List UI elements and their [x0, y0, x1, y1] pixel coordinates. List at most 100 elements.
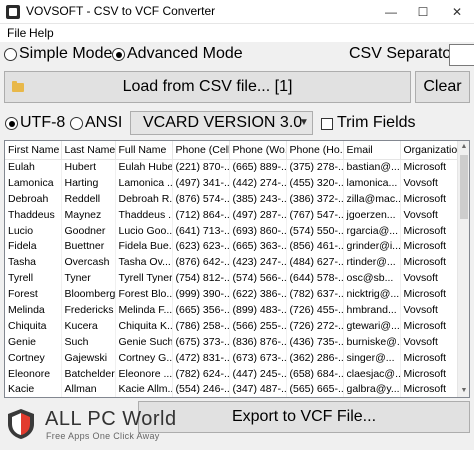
column-header[interactable]: Phone (Cell)	[172, 141, 230, 160]
table-cell: Tyner	[61, 270, 116, 287]
title-bar: VOVSOFT - CSV to VCF Converter — ☐ ✕	[0, 0, 474, 24]
mode-row: Simple Mode Advanced Mode CSV Separator:	[0, 44, 474, 66]
table-cell: netsfr@g...	[343, 397, 400, 398]
table-cell: zilla@mac...	[343, 190, 401, 207]
table-row[interactable]: Lucio Goodner Lucio Goo... (641) 713-... (69…	[5, 222, 458, 239]
clear-button[interactable]: Clear	[415, 71, 470, 103]
table-cell: (497) 287-...	[229, 206, 287, 223]
table-cell: nicktrig@...	[343, 286, 401, 303]
ansi-label[interactable]: ANSI	[85, 114, 122, 132]
table-cell: (574) 566-...	[229, 270, 287, 287]
table-cell: Kacie Allm...	[115, 381, 173, 397]
table-cell: Melinda	[5, 302, 62, 318]
close-button[interactable]: ✕	[440, 0, 474, 24]
table-cell: (565) 665-...	[286, 381, 344, 397]
column-header[interactable]: Email	[343, 141, 401, 160]
table-row[interactable]: Fidela Buettner Fidela Bue... (623) 623-...…	[5, 238, 458, 255]
table-cell: Tasha	[5, 254, 62, 271]
trim-fields-checkbox[interactable]	[321, 118, 333, 130]
table-cell: Forest Blo...	[115, 286, 173, 303]
table-row[interactable]: EulahHubertEulah Hubert(221) 870-...(665…	[5, 159, 458, 175]
table-cell: rtinder@...	[343, 254, 401, 271]
trim-fields-label[interactable]: Trim Fields	[337, 114, 416, 132]
table-cell: (712) 864-...	[172, 206, 230, 223]
app-icon	[6, 5, 20, 19]
table-cell: Vovsoft	[400, 333, 458, 350]
load-csv-label: Load from CSV file... [1]	[122, 78, 293, 95]
column-header[interactable]: Phone (Ho...	[286, 141, 344, 160]
utf8-radio[interactable]	[5, 117, 18, 130]
table-row[interactable]: DebroahReddellDebroah R...(876) 574-...(…	[5, 190, 458, 207]
table-row[interactable]: Forest Bloomberg Forest Blo... (999) 390-..…	[5, 286, 458, 303]
table-cell: Vovsoft	[400, 302, 458, 318]
table-cell: Harting	[61, 174, 116, 191]
table-cell: Lamonica ...	[115, 174, 173, 191]
csv-separator-input[interactable]	[449, 44, 474, 66]
table-cell: burniske@...	[343, 333, 401, 350]
minimize-button[interactable]: —	[374, 0, 408, 24]
vcard-version-select[interactable]: VCARD VERSION 3.0 ▼	[130, 111, 313, 135]
load-csv-button[interactable]: Load from CSV file... [1]	[4, 71, 411, 103]
column-header[interactable]: First Name	[5, 141, 62, 160]
table-row[interactable]: Kacie Allman Kacie Allm... (554) 246-... (34…	[5, 381, 458, 397]
column-header[interactable]: Full Name	[115, 141, 173, 160]
table-row[interactable]: Tyrell Tyner Tyrell Tyner (754) 812-... (574…	[5, 270, 458, 287]
column-header[interactable]: Organization	[400, 141, 458, 160]
ansi-radio[interactable]	[70, 117, 83, 130]
column-header[interactable]: Phone (Wo...	[229, 141, 287, 160]
column-header[interactable]: Last Name	[61, 141, 116, 160]
table-cell: (484) 627-...	[286, 254, 344, 271]
table-cell: bastian@...	[343, 159, 401, 175]
table-row[interactable]: Eleonore Batchelder Eleonore ... (782) 624-…	[5, 365, 458, 382]
table-cell: (497) 341-...	[172, 174, 230, 191]
table-cell: Eulah	[5, 159, 62, 175]
utf8-label[interactable]: UTF-8	[20, 114, 65, 132]
advanced-mode-label[interactable]: Advanced Mode	[127, 45, 243, 63]
table-row[interactable]: Melinda Fredericks Melinda F... (665) 356-.…	[5, 302, 458, 318]
table-cell: (836) 876-...	[229, 333, 287, 350]
table-row[interactable]: Chiquita Kucera Chiquita K... (786) 258-...…	[5, 317, 458, 334]
table-cell: Debroah	[5, 190, 62, 207]
table-cell: Microsoft	[400, 286, 458, 303]
table-cell: (665) 363-...	[229, 238, 287, 255]
table-cell: Chiquita	[5, 317, 62, 334]
table-cell: Cortney G...	[115, 349, 173, 366]
table-cell: Debroah R...	[115, 190, 173, 207]
scroll-up-icon[interactable]: ▲	[458, 141, 469, 153]
table-cell: (786) 258-...	[172, 317, 230, 334]
table-cell: (726) 455-...	[286, 302, 344, 318]
table-cell: singer@...	[343, 349, 401, 366]
table-cell: Fredericks	[61, 302, 116, 318]
table-cell: Microsoft	[400, 365, 458, 382]
table-cell: (622) 386-...	[229, 286, 287, 303]
simple-mode-label[interactable]: Simple Mode	[19, 45, 112, 63]
scrollbar-thumb[interactable]	[460, 155, 468, 219]
table-cell: (423) 247-...	[229, 254, 287, 271]
table-row[interactable]: Cortney Gajewski Cortney G... (472) 831-...…	[5, 349, 458, 366]
table-cell: Eleonore	[5, 365, 62, 382]
table-cell: (566) 255-...	[229, 317, 287, 334]
table-row[interactable]: Thaddeus Maynez Thaddeus ... (712) 864-...(…	[5, 206, 458, 223]
table-cell: Eleonore ...	[115, 365, 173, 382]
table-cell: Lucio Goo...	[115, 222, 173, 239]
table-cell: gtewari@...	[343, 317, 401, 334]
table-row[interactable]: Lamonica Harting Lamonica ... (497) 341-...…	[5, 174, 458, 191]
table-row[interactable]: Genie Such Genie Such (675) 373-... (836) 87…	[5, 333, 458, 350]
table-cell: Chiquita K...	[115, 317, 173, 334]
table-cell: Kacie	[5, 381, 62, 397]
simple-mode-radio[interactable]	[4, 48, 17, 61]
table-cell: Genie	[5, 333, 62, 350]
table-row[interactable]: Tasha Overcash Tasha Ov... (876) 642-... (42…	[5, 254, 458, 271]
contacts-grid[interactable]: First Name Last Name Full Name Phone (Cell)…	[4, 140, 470, 398]
vertical-scrollbar[interactable]: ▲ ▼	[457, 141, 469, 397]
table-cell: Eulah Hubert	[115, 159, 173, 175]
advanced-mode-radio[interactable]	[112, 48, 125, 61]
table-header-row: First Name Last Name Full Name Phone (Cell)…	[5, 141, 458, 160]
scroll-down-icon[interactable]: ▼	[458, 385, 469, 397]
maximize-button[interactable]: ☐	[406, 0, 440, 24]
menu-file[interactable]: File	[7, 26, 26, 40]
menu-help[interactable]: Help	[29, 26, 54, 40]
table-cell: (447) 245-...	[229, 365, 287, 382]
table-cell: (675) 373-...	[172, 333, 230, 350]
table-cell: Microsoft	[400, 397, 457, 398]
